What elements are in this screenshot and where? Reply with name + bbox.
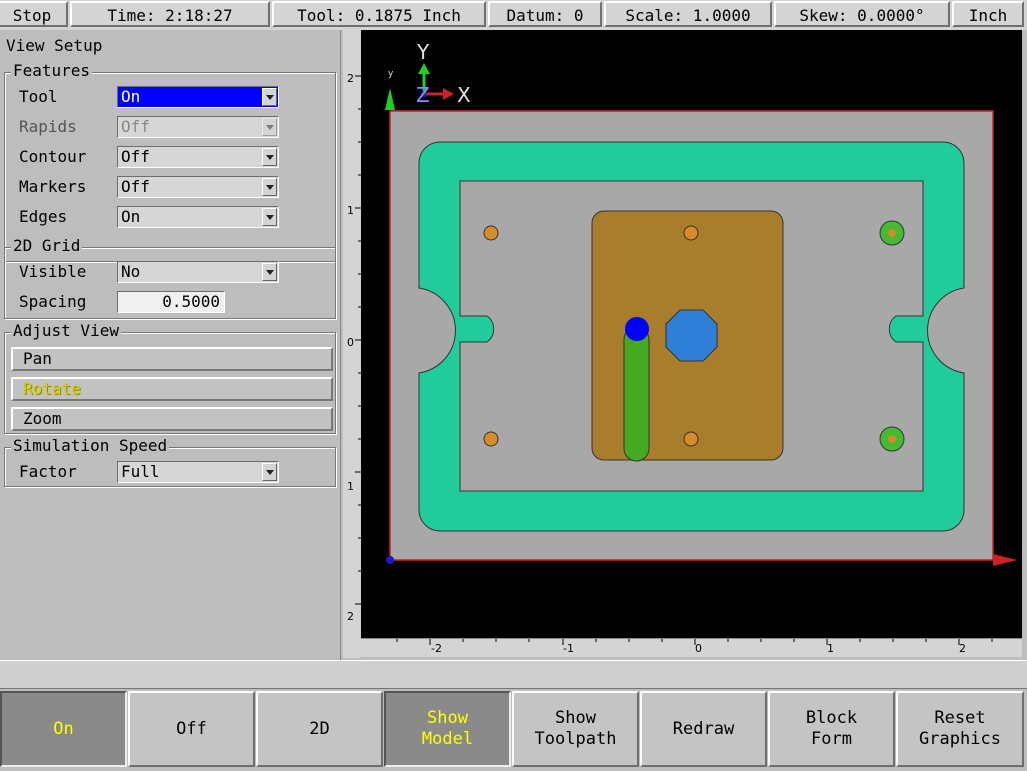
adjust-view-label: Adjust View (11, 321, 121, 340)
drill-hole (683, 225, 699, 241)
vruler-label: 2 (347, 72, 354, 85)
hruler-label: -2 (431, 642, 442, 655)
markers-select[interactable]: Off (117, 176, 279, 198)
simulation-speed-label: Simulation Speed (11, 436, 170, 455)
y-axis-label: Y (416, 40, 430, 64)
y-axis-arrow (385, 88, 395, 110)
rotate-button[interactable]: Rotate (11, 377, 333, 401)
small-y-label: y (388, 69, 394, 79)
toolpath-graphics: Y Z X y (385, 40, 1017, 566)
chevron-down-icon (262, 178, 277, 196)
softkey-bar: On Off 2D Show Model Show Toolpath Redra… (0, 689, 1027, 771)
scale-readout: Scale: 1.0000 (604, 1, 772, 27)
vruler-label: 1 (347, 204, 354, 217)
drill-hole (683, 431, 699, 447)
factor-label: Factor (19, 462, 77, 481)
tool-value: On (121, 87, 141, 106)
factor-select[interactable]: Full (117, 461, 279, 483)
chevron-down-icon (262, 148, 277, 166)
x-axis-arrow (993, 554, 1017, 566)
pan-button[interactable]: Pan (11, 347, 333, 371)
edges-label: Edges (19, 207, 68, 226)
visible-label: Visible (19, 262, 87, 281)
rapids-value: Off (121, 117, 150, 136)
chevron-down-icon (262, 463, 277, 481)
visible-select[interactable]: No (117, 261, 279, 283)
spacing-label: Spacing (19, 292, 87, 311)
softkey-block-form[interactable]: Block Form (768, 691, 895, 767)
edges-value: On (121, 207, 141, 226)
softkey-reset-graphics[interactable]: Reset Graphics (896, 691, 1024, 767)
vruler-label: 0 (347, 336, 354, 349)
units-readout: Inch (952, 1, 1024, 27)
edges-select[interactable]: On (117, 206, 279, 228)
rapids-select: Off (117, 116, 279, 138)
vruler-label: 2 (347, 610, 354, 623)
markers-label: Markers (19, 177, 87, 196)
spacing-input[interactable]: 0.5000 (117, 291, 225, 313)
z-axis-label: Z (416, 83, 430, 107)
contour-select[interactable]: Off (117, 146, 279, 168)
tool-readout: Tool: 0.1875 Inch (272, 1, 486, 27)
markers-value: Off (121, 177, 150, 196)
hruler-label: 1 (827, 642, 834, 655)
softkey-2d[interactable]: 2D (256, 691, 383, 767)
vertical-ruler: 2 1 0 1 2 (343, 30, 362, 658)
chevron-down-icon (262, 263, 277, 281)
horizontal-ruler-ticks (396, 639, 993, 645)
datum-readout: Datum: 0 (488, 1, 602, 27)
origin-marker (386, 556, 394, 564)
simulation-speed-group: Simulation Speed Factor Full (4, 437, 336, 487)
cutting-tool (625, 317, 649, 341)
features-label: Features (11, 61, 93, 80)
hruler-label: 0 (695, 642, 702, 655)
chevron-down-icon (262, 208, 277, 226)
message-bar (0, 660, 1027, 689)
vruler-label: 1 (347, 480, 354, 493)
grid-group: 2D Grid Visible No Spacing 0.5000 (4, 237, 336, 319)
features-group: Features Tool On Rapids Off Contour Off … (4, 62, 336, 262)
chevron-down-icon (262, 88, 277, 106)
softkey-on[interactable]: On (0, 691, 127, 767)
rapids-label: Rapids (19, 117, 77, 136)
stop-button[interactable]: Stop (0, 1, 68, 27)
time-readout: Time: 2:18:27 (70, 1, 270, 27)
status-bar: Stop Time: 2:18:27 Tool: 0.1875 Inch Dat… (0, 0, 1027, 30)
softkey-redraw[interactable]: Redraw (640, 691, 767, 767)
softkey-show-model[interactable]: Show Model (384, 691, 511, 767)
drill-hole (483, 225, 499, 241)
softkey-off[interactable]: Off (128, 691, 255, 767)
graphics-viewport[interactable]: Y Z X y (361, 30, 1022, 638)
drill-hole (483, 431, 499, 447)
tool-select[interactable]: On (117, 86, 279, 108)
slot-feature (623, 326, 650, 462)
adjust-view-group: Adjust View Pan Rotate Zoom (4, 322, 336, 434)
softkey-show-toolpath[interactable]: Show Toolpath (512, 691, 639, 767)
chevron-down-icon (262, 118, 277, 136)
hruler-label: 2 (959, 642, 966, 655)
visible-value: No (121, 262, 141, 281)
factor-value: Full (121, 462, 160, 481)
horizontal-ruler: -2 -1 0 1 2 (361, 638, 1022, 657)
panel-title: View Setup (6, 36, 103, 55)
octagon-feature (665, 309, 718, 362)
x-axis-label: X (457, 83, 471, 107)
hruler-label: -1 (563, 642, 574, 655)
tool-label: Tool (19, 87, 58, 106)
grid-label: 2D Grid (11, 236, 83, 255)
view-setup-panel: View Setup Features Tool On Rapids Off C… (0, 30, 341, 660)
zoom-button[interactable]: Zoom (11, 407, 333, 431)
contour-value: Off (121, 147, 150, 166)
contour-label: Contour (19, 147, 87, 166)
skew-readout: Skew: 0.0000° (774, 1, 950, 27)
